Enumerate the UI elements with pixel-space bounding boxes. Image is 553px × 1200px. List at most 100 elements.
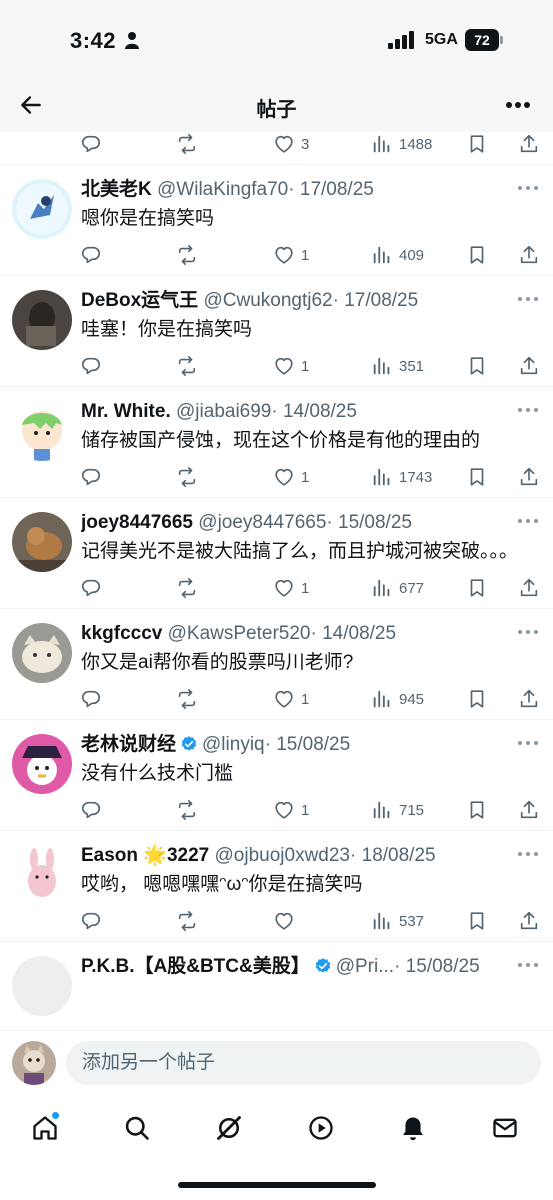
user-avatar[interactable] (12, 290, 72, 350)
user-handle[interactable]: @jiabai699 (176, 401, 271, 422)
user-handle[interactable]: @Cwukongtj62 (203, 290, 332, 311)
user-handle[interactable]: @Pri... (336, 956, 394, 977)
more-icon[interactable] (517, 183, 539, 193)
like-button[interactable]: 3 (273, 132, 309, 156)
share-button[interactable] (518, 243, 540, 267)
my-avatar[interactable] (12, 1041, 56, 1085)
reply-button[interactable] (80, 132, 102, 156)
reply-tweet[interactable]: 北美老K @WilaKingfa70· 17/08/25 嗯你是在搞笑吗 1 4… (0, 164, 553, 275)
user-avatar[interactable] (12, 401, 72, 461)
bookmark-button[interactable] (466, 576, 488, 600)
tab-notifications[interactable] (393, 1108, 433, 1148)
user-name[interactable]: P.K.B.【A股&BTC&美股】 (81, 956, 310, 977)
user-handle[interactable]: @joey8447665 (198, 512, 326, 533)
more-icon[interactable] (517, 627, 539, 637)
retweet-button[interactable] (176, 243, 198, 267)
like-button[interactable]: 1 (273, 576, 309, 600)
user-name[interactable]: 北美老K (81, 179, 152, 200)
reply-button[interactable] (80, 354, 102, 378)
bookmark-button[interactable] (466, 243, 488, 267)
reply-button[interactable] (80, 909, 102, 933)
retweet-button[interactable] (176, 465, 198, 489)
more-options-button[interactable] (499, 86, 537, 124)
reply-tweet[interactable]: kkgfcccv @KawsPeter520· 14/08/25 你又是ai帮你… (0, 608, 553, 719)
replies-feed[interactable]: 3 1488 北美老K @WilaKingfa70· 17/08/25 嗯你是在… (0, 132, 553, 1030)
like-button[interactable]: 1 (273, 798, 309, 822)
tab-home[interactable] (25, 1108, 65, 1148)
like-button[interactable]: 1 (273, 465, 309, 489)
views-button[interactable]: 409 (371, 243, 424, 267)
view-count: 537 (399, 912, 425, 930)
share-button[interactable] (518, 909, 540, 933)
reply-tweet[interactable]: joey8447665 @joey8447665· 15/08/25 记得美光不… (0, 497, 553, 608)
user-name[interactable]: kkgfcccv (81, 623, 162, 644)
user-avatar[interactable] (12, 734, 72, 794)
views-button[interactable]: 537 (371, 909, 424, 933)
reply-button[interactable] (80, 243, 102, 267)
user-name[interactable]: Eason 🌟3227 (81, 845, 209, 866)
views-button[interactable]: 945 (371, 687, 424, 711)
reply-button[interactable] (80, 576, 102, 600)
bookmark-button[interactable] (466, 909, 488, 933)
more-icon[interactable] (517, 849, 539, 859)
user-name[interactable]: joey8447665 (81, 512, 193, 533)
reply-button[interactable] (80, 465, 102, 489)
tab-grok[interactable] (209, 1108, 249, 1148)
user-handle[interactable]: @KawsPeter520 (168, 623, 311, 644)
reply-button[interactable] (80, 687, 102, 711)
user-name[interactable]: DeBox运气王 (81, 290, 198, 311)
share-button[interactable] (518, 576, 540, 600)
bookmark-button[interactable] (466, 354, 488, 378)
bookmark-button[interactable] (466, 798, 488, 822)
user-avatar[interactable] (12, 845, 72, 905)
reply-icon (80, 577, 102, 599)
user-avatar[interactable] (12, 956, 72, 1016)
user-handle[interactable]: @linyiq (202, 734, 265, 755)
views-button[interactable]: 1743 (371, 465, 432, 489)
bookmark-button[interactable] (466, 687, 488, 711)
share-button[interactable] (518, 798, 540, 822)
like-button[interactable]: 1 (273, 687, 309, 711)
retweet-button[interactable] (176, 132, 198, 156)
views-button[interactable]: 1488 (371, 132, 432, 156)
tab-search[interactable] (117, 1108, 157, 1148)
views-button[interactable]: 351 (371, 354, 424, 378)
bookmark-button[interactable] (466, 465, 488, 489)
reply-tweet[interactable]: Mr. White. @jiabai699· 14/08/25 储存被国产侵蚀，… (0, 386, 553, 497)
more-icon[interactable] (517, 405, 539, 415)
user-avatar[interactable] (12, 179, 72, 239)
more-icon[interactable] (517, 294, 539, 304)
share-button[interactable] (518, 354, 540, 378)
reply-tweet[interactable]: P.K.B.【A股&BTC&美股】 @Pri...· 15/08/25 (0, 941, 553, 1016)
reply-tweet[interactable]: DeBox运气王 @Cwukongtj62· 17/08/25 哇塞！你是在搞笑… (0, 275, 553, 386)
user-name[interactable]: Mr. White. (81, 401, 171, 422)
more-icon[interactable] (517, 960, 539, 970)
retweet-button[interactable] (176, 909, 198, 933)
retweet-button[interactable] (176, 576, 198, 600)
more-icon[interactable] (517, 738, 539, 748)
share-button[interactable] (518, 465, 540, 489)
user-avatar[interactable] (12, 623, 72, 683)
bookmark-button[interactable] (466, 132, 488, 156)
user-name[interactable]: 老林说财经 (81, 734, 176, 755)
user-avatar[interactable] (12, 512, 72, 572)
retweet-button[interactable] (176, 687, 198, 711)
like-button[interactable]: 1 (273, 243, 309, 267)
user-handle[interactable]: @WilaKingfa70 (157, 179, 288, 200)
like-button[interactable] (273, 909, 295, 933)
retweet-button[interactable] (176, 798, 198, 822)
user-handle[interactable]: @ojbuoj0xwd23 (215, 845, 351, 866)
tab-messages[interactable] (485, 1108, 525, 1148)
share-button[interactable] (518, 132, 540, 156)
reply-tweet[interactable]: Eason 🌟3227 @ojbuoj0xwd23· 18/08/25 哎哟， … (0, 830, 553, 941)
like-button[interactable]: 1 (273, 354, 309, 378)
composer-input[interactable]: 添加另一个帖子 (66, 1041, 541, 1085)
reply-button[interactable] (80, 798, 102, 822)
views-button[interactable]: 715 (371, 798, 424, 822)
reply-tweet[interactable]: 老林说财经 @linyiq· 15/08/25 没有什么技术门槛 1 715 (0, 719, 553, 830)
retweet-button[interactable] (176, 354, 198, 378)
more-icon[interactable] (517, 516, 539, 526)
share-button[interactable] (518, 687, 540, 711)
tab-video[interactable] (301, 1108, 341, 1148)
views-button[interactable]: 677 (371, 576, 424, 600)
